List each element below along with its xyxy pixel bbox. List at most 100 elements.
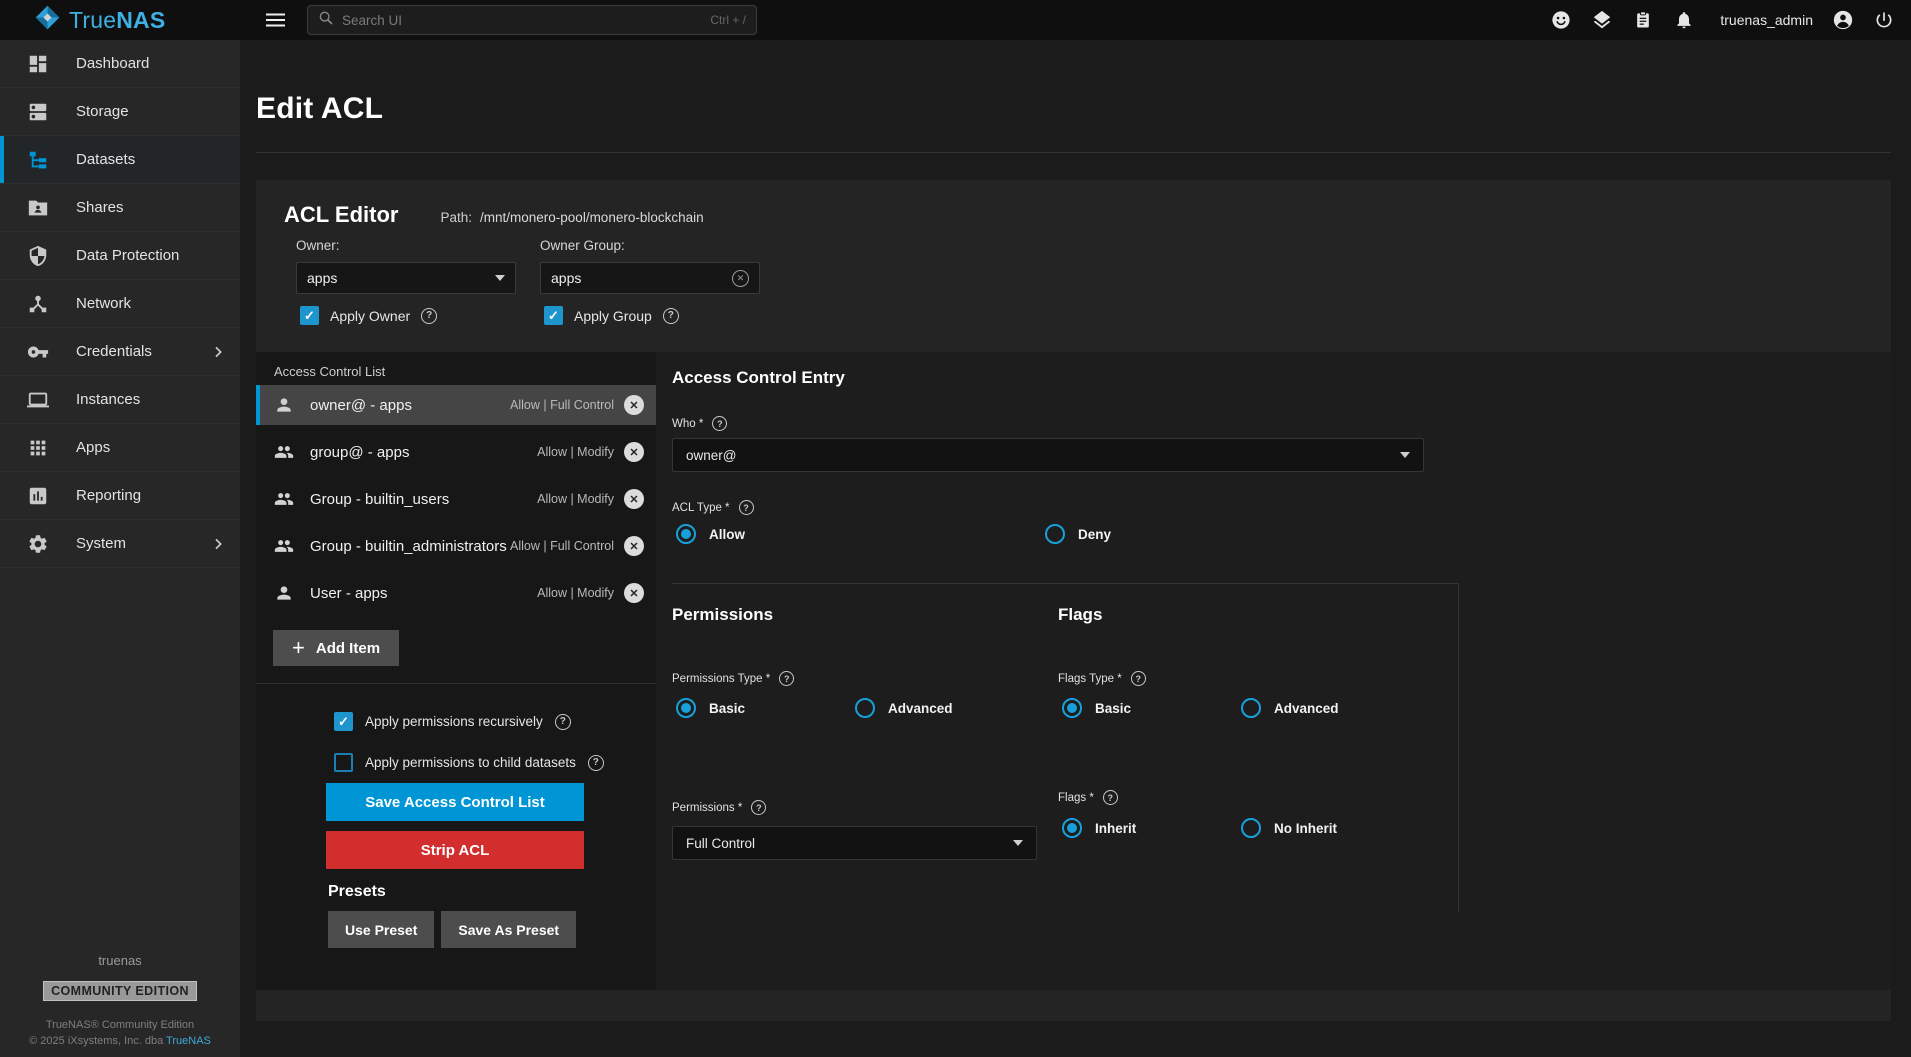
topbar: TrueNAS Ctrl + / truenas_admi (0, 0, 1911, 40)
sidebar-item-label: System (76, 535, 126, 552)
remove-entry-icon[interactable] (624, 395, 644, 415)
truenas-link[interactable]: TrueNAS (166, 1035, 211, 1047)
acl-type-deny-radio[interactable]: Deny (1045, 524, 1111, 544)
clear-icon[interactable] (732, 270, 749, 287)
sidebar-item-label: Instances (76, 391, 140, 408)
save-as-preset-button[interactable]: Save As Preset (441, 911, 576, 948)
group-icon (274, 442, 294, 462)
radio-icon (1241, 698, 1261, 718)
chevron-down-icon (495, 275, 505, 281)
strip-acl-button[interactable]: Strip ACL (326, 831, 584, 869)
radio-label: Advanced (1274, 701, 1339, 716)
global-search[interactable]: Ctrl + / (307, 5, 757, 35)
truenas-logo[interactable]: TrueNAS (34, 0, 165, 40)
owner-select[interactable]: apps (296, 262, 516, 294)
help-icon[interactable] (1131, 671, 1146, 686)
section-divider (672, 583, 1458, 584)
apply-recursively-checkbox[interactable] (334, 712, 353, 731)
acl-entry[interactable]: Group - builtin_administrators Allow | F… (256, 526, 656, 566)
network-hub-icon (27, 293, 49, 315)
remove-entry-icon[interactable] (624, 583, 644, 603)
apply-owner-label: Apply Owner (330, 308, 410, 324)
apply-group-checkbox[interactable] (544, 306, 563, 325)
help-icon[interactable] (555, 714, 571, 730)
page-title: Edit ACL (256, 92, 383, 126)
help-icon[interactable] (1103, 790, 1118, 805)
add-item-button[interactable]: Add Item (273, 630, 399, 666)
acl-entry[interactable]: Group - builtin_users Allow | Modify (256, 479, 656, 519)
bell-icon[interactable] (1673, 9, 1695, 31)
sidebar-item-apps[interactable]: Apps (0, 424, 240, 472)
use-preset-button[interactable]: Use Preset (328, 911, 434, 948)
shared-folder-icon (27, 197, 49, 219)
person-icon (274, 395, 294, 415)
card-footer-strip (256, 990, 1891, 1021)
username-text: truenas_admin (1720, 12, 1813, 28)
sidebar-item-storage[interactable]: Storage (0, 88, 240, 136)
sidebar-item-shares[interactable]: Shares (0, 184, 240, 232)
save-acl-button[interactable]: Save Access Control List (326, 783, 584, 821)
who-select[interactable]: owner@ (672, 438, 1424, 472)
acl-type-allow-radio[interactable]: Allow (676, 524, 745, 544)
group-icon (274, 536, 294, 556)
remove-entry-icon[interactable] (624, 442, 644, 462)
acl-entry[interactable]: User - apps Allow | Modify (256, 573, 656, 613)
help-icon[interactable] (779, 671, 794, 686)
permissions-label: Permissions * (672, 800, 766, 815)
radio-icon (1062, 818, 1082, 838)
help-icon[interactable] (751, 800, 766, 815)
permissions-type-basic-radio[interactable]: Basic (676, 698, 745, 718)
feedback-smiley-icon[interactable] (1550, 9, 1572, 31)
sidebar-item-label: Storage (76, 103, 129, 120)
radio-icon (676, 698, 696, 718)
entry-permission: Allow | Modify (537, 445, 614, 459)
flags-type-basic-radio[interactable]: Basic (1062, 698, 1131, 718)
checklist-clipboard-icon[interactable] (1632, 9, 1654, 31)
acl-editor-header-section: ACL Editor Path: /mnt/monero-pool/monero… (256, 180, 1891, 352)
flags-type-advanced-radio[interactable]: Advanced (1241, 698, 1339, 718)
laptop-icon (27, 389, 49, 411)
acl-entry[interactable]: group@ - apps Allow | Modify (256, 432, 656, 472)
flags-no-inherit-radio[interactable]: No Inherit (1241, 818, 1337, 838)
remove-entry-icon[interactable] (624, 489, 644, 509)
help-icon[interactable] (663, 308, 679, 324)
edition-badge: COMMUNITY EDITION (43, 981, 197, 1001)
radio-label: Allow (709, 527, 745, 542)
power-icon[interactable] (1873, 9, 1895, 31)
sidebar-item-dashboard[interactable]: Dashboard (0, 40, 240, 88)
sidebar-item-reporting[interactable]: Reporting (0, 472, 240, 520)
person-icon (274, 583, 294, 603)
truenas-app: TrueNAS Ctrl + / truenas_admi (0, 0, 1911, 1057)
owner-group-input[interactable]: apps (540, 262, 760, 294)
help-icon[interactable] (712, 416, 727, 431)
remove-entry-icon[interactable] (624, 536, 644, 556)
permissions-select[interactable]: Full Control (672, 826, 1037, 860)
help-icon[interactable] (739, 500, 754, 515)
presets-heading: Presets (328, 883, 386, 901)
permissions-type-advanced-radio[interactable]: Advanced (855, 698, 953, 718)
apply-group-label: Apply Group (574, 308, 652, 324)
help-icon[interactable] (421, 308, 437, 324)
sidebar-item-credentials[interactable]: Credentials (0, 328, 240, 376)
layers-icon[interactable] (1591, 9, 1613, 31)
sidenav-toggle-button[interactable] (260, 0, 290, 40)
sidebar-item-system[interactable]: System (0, 520, 240, 568)
radio-icon (1045, 524, 1065, 544)
flags-inherit-radio[interactable]: Inherit (1062, 818, 1136, 838)
acl-entry[interactable]: owner@ - apps Allow | Full Control (256, 385, 656, 425)
sidebar-item-network[interactable]: Network (0, 280, 240, 328)
account-circle-icon[interactable] (1832, 9, 1854, 31)
gear-icon (27, 533, 49, 555)
sidebar: Dashboard Storage Datasets Shares Data P… (0, 40, 240, 1057)
sidebar-item-data-protection[interactable]: Data Protection (0, 232, 240, 280)
flags-heading: Flags (1058, 605, 1102, 625)
apply-child-datasets-checkbox[interactable] (334, 753, 353, 772)
hamburger-icon (266, 19, 285, 21)
chevron-down-icon (1013, 840, 1023, 846)
help-icon[interactable] (588, 755, 604, 771)
apply-owner-checkbox[interactable] (300, 306, 319, 325)
apply-recursively-row: Apply permissions recursively (334, 712, 571, 731)
sidebar-item-instances[interactable]: Instances (0, 376, 240, 424)
search-input[interactable] (342, 13, 702, 28)
sidebar-item-datasets[interactable]: Datasets (0, 136, 240, 184)
